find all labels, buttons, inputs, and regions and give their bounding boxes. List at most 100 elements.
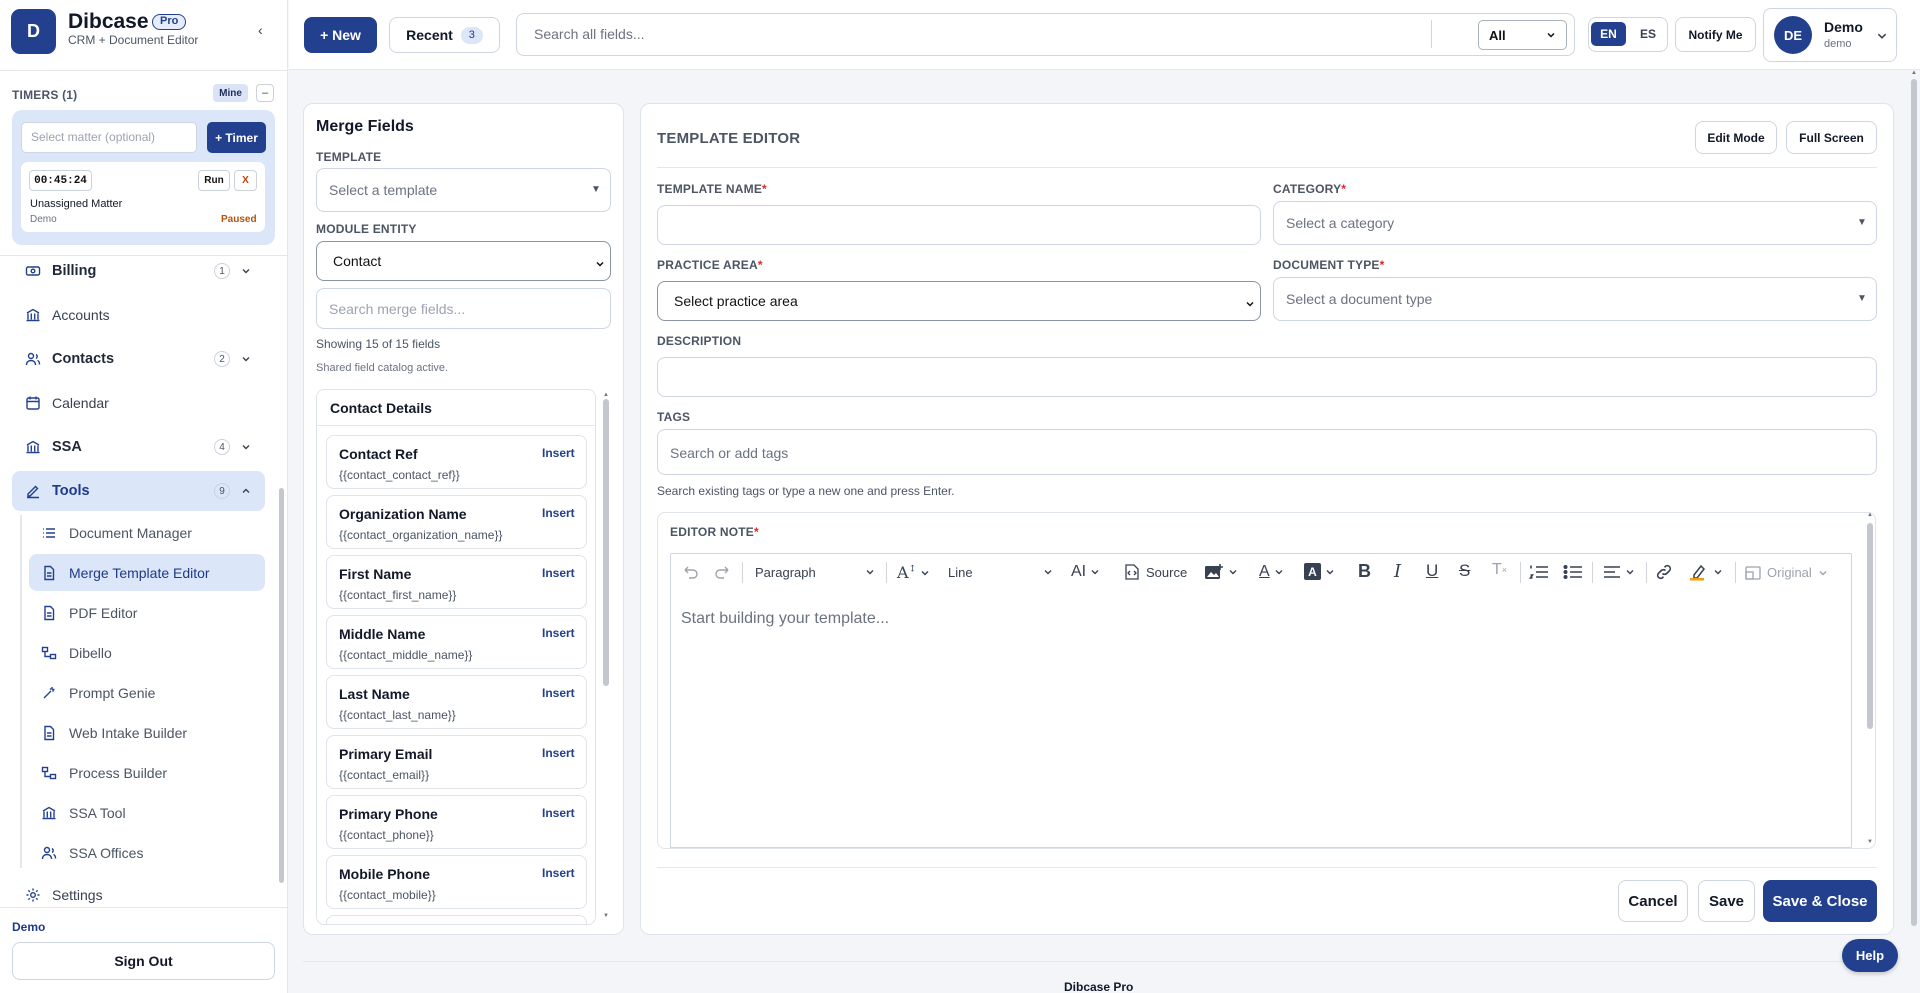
- sidebar-item-web-intake-builder[interactable]: Web Intake Builder: [29, 714, 265, 751]
- insert-button[interactable]: Insert: [542, 506, 575, 520]
- insert-button[interactable]: Insert: [542, 806, 575, 820]
- sign-out-button[interactable]: Sign Out: [12, 942, 275, 980]
- merge-field-item[interactable]: Middle Name {{contact_middle_name}} Inse…: [326, 615, 587, 669]
- tags-input[interactable]: [657, 429, 1877, 475]
- paragraph-format-dropdown[interactable]: Paragraph: [755, 565, 875, 580]
- save-button[interactable]: Save: [1698, 880, 1755, 922]
- bank-icon: [41, 805, 57, 821]
- full-screen-button[interactable]: Full Screen: [1786, 121, 1877, 154]
- help-button[interactable]: Help: [1842, 939, 1898, 972]
- scroll-down-arrow-icon[interactable]: ▼: [1867, 839, 1873, 845]
- description-input[interactable]: [657, 357, 1877, 397]
- sidebar-item-prompt-genie[interactable]: Prompt Genie: [29, 674, 265, 711]
- sidebar-item-accounts[interactable]: Accounts: [12, 295, 265, 335]
- editor-scrollbar[interactable]: [1867, 523, 1873, 729]
- sidebar-item-pdf-editor[interactable]: PDF Editor: [29, 594, 265, 631]
- scroll-up-arrow-icon[interactable]: ▲: [603, 392, 609, 398]
- merge-field-item[interactable]: Contact Ref {{contact_contact_ref}} Inse…: [326, 435, 587, 489]
- highlight-dropdown[interactable]: [1689, 563, 1723, 581]
- scroll-down-arrow-icon[interactable]: ▼: [603, 913, 609, 919]
- source-label: Source: [1146, 564, 1188, 580]
- notify-me-button[interactable]: Notify Me: [1675, 17, 1756, 52]
- timer-close-button[interactable]: X: [234, 170, 257, 191]
- insert-button[interactable]: Insert: [542, 566, 575, 580]
- merge-field-item[interactable]: Last Name {{contact_last_name}} Insert: [326, 675, 587, 729]
- brand-name: Dibcase: [68, 10, 149, 33]
- search-scope-select[interactable]: All: [1478, 20, 1567, 50]
- divider: [742, 562, 743, 583]
- background-color-dropdown[interactable]: A: [1304, 563, 1335, 580]
- insert-image-dropdown[interactable]: [1204, 563, 1238, 581]
- template-name-input[interactable]: [657, 205, 1261, 245]
- sidebar-item-process-builder[interactable]: Process Builder: [29, 754, 265, 791]
- link-icon[interactable]: [1655, 563, 1673, 581]
- new-button[interactable]: + New: [304, 17, 377, 53]
- merge-field-item[interactable]: Primary Phone {{contact_phone}} Insert: [326, 795, 587, 849]
- global-search-input[interactable]: [516, 13, 1575, 56]
- sidebar-collapse-button[interactable]: ‹: [258, 22, 263, 38]
- insert-button[interactable]: Insert: [542, 866, 575, 880]
- sidebar-item-tools[interactable]: Tools 9: [12, 471, 265, 511]
- editor-content-area[interactable]: [670, 591, 1852, 848]
- insert-button[interactable]: Insert: [542, 686, 575, 700]
- font-color-dropdown[interactable]: A: [1259, 563, 1284, 581]
- insert-button[interactable]: Insert: [542, 626, 575, 640]
- font-size-dropdown[interactable]: A↕: [897, 563, 930, 582]
- count-badge: 4: [214, 439, 230, 455]
- redo-icon[interactable]: [714, 564, 732, 580]
- mine-filter-button[interactable]: Mine: [213, 84, 248, 102]
- language-es-button[interactable]: ES: [1631, 22, 1665, 46]
- merge-field-item[interactable]: Mobile Phone {{contact_mobile}} Insert: [326, 855, 587, 909]
- language-en-button[interactable]: EN: [1591, 22, 1626, 46]
- insert-button[interactable]: Insert: [542, 746, 575, 760]
- document-type-label: DOCUMENT TYPE*: [1273, 258, 1385, 272]
- image-size-dropdown[interactable]: Original: [1745, 565, 1828, 580]
- sidebar-item-merge-template-editor[interactable]: Merge Template Editor: [29, 554, 265, 591]
- merge-field-name: Primary Email: [339, 746, 433, 762]
- sidebar-scrollbar[interactable]: [279, 488, 284, 883]
- edit-mode-button[interactable]: Edit Mode: [1695, 121, 1777, 154]
- merge-field-item[interactable]: First Name {{contact_first_name}} Insert: [326, 555, 587, 609]
- bold-icon[interactable]: B: [1358, 561, 1371, 582]
- merge-fields-scrollbar[interactable]: [603, 399, 609, 686]
- document-icon: [41, 605, 57, 621]
- underline-icon[interactable]: U: [1426, 561, 1438, 581]
- alignment-dropdown[interactable]: [1603, 564, 1635, 580]
- merge-field-item[interactable]: [326, 915, 587, 924]
- cancel-button[interactable]: Cancel: [1618, 880, 1688, 922]
- sidebar-item-document-manager[interactable]: Document Manager: [29, 514, 265, 551]
- add-timer-button[interactable]: + Timer: [207, 122, 266, 153]
- sidebar-item-ssa[interactable]: SSA 4: [12, 427, 265, 467]
- merge-field-item[interactable]: Organization Name {{contact_organization…: [326, 495, 587, 549]
- line-height-dropdown[interactable]: Line: [948, 565, 1053, 580]
- sidebar-item-ssa-offices[interactable]: SSA Offices: [29, 834, 265, 871]
- sidebar-item-label: SSA: [52, 439, 82, 455]
- text-transform-dropdown[interactable]: AI: [1071, 563, 1100, 581]
- clear-formatting-icon[interactable]: T ×: [1492, 561, 1507, 579]
- bulleted-list-icon[interactable]: [1563, 563, 1583, 581]
- matter-select-input[interactable]: Select matter (optional): [21, 122, 197, 153]
- scroll-up-arrow-icon[interactable]: ▲: [1867, 512, 1873, 518]
- sidebar-item-dibello[interactable]: Dibello: [29, 634, 265, 671]
- sidebar-item-ssa-tool[interactable]: SSA Tool: [29, 794, 265, 831]
- numbered-list-icon[interactable]: [1529, 563, 1549, 581]
- merge-field-code: {{contact_middle_name}}: [339, 648, 473, 662]
- sidebar-item-billing[interactable]: Billing 1: [12, 251, 265, 291]
- timer-run-button[interactable]: Run: [198, 170, 230, 191]
- insert-button[interactable]: Insert: [542, 446, 575, 460]
- source-button[interactable]: Source: [1123, 563, 1187, 581]
- recent-button[interactable]: Recent 3: [389, 17, 500, 53]
- merge-field-item[interactable]: Primary Email {{contact_email}} Insert: [326, 735, 587, 789]
- sidebar-item-settings[interactable]: Settings: [12, 875, 265, 915]
- save-and-close-button[interactable]: Save & Close: [1763, 880, 1877, 922]
- italic-icon[interactable]: I: [1394, 561, 1401, 582]
- merge-field-name: Contact Ref: [339, 446, 418, 462]
- timers-collapse-button[interactable]: –: [256, 84, 274, 102]
- undo-icon[interactable]: [681, 564, 699, 580]
- page-scrollbar[interactable]: [1911, 79, 1917, 926]
- strikethrough-icon[interactable]: S: [1459, 561, 1470, 581]
- sidebar-item-label: Accounts: [52, 307, 110, 323]
- sidebar-item-calendar[interactable]: Calendar: [12, 383, 265, 423]
- scroll-up-arrow-icon[interactable]: ▲: [1911, 70, 1917, 76]
- sidebar-item-contacts[interactable]: Contacts 2: [12, 339, 265, 379]
